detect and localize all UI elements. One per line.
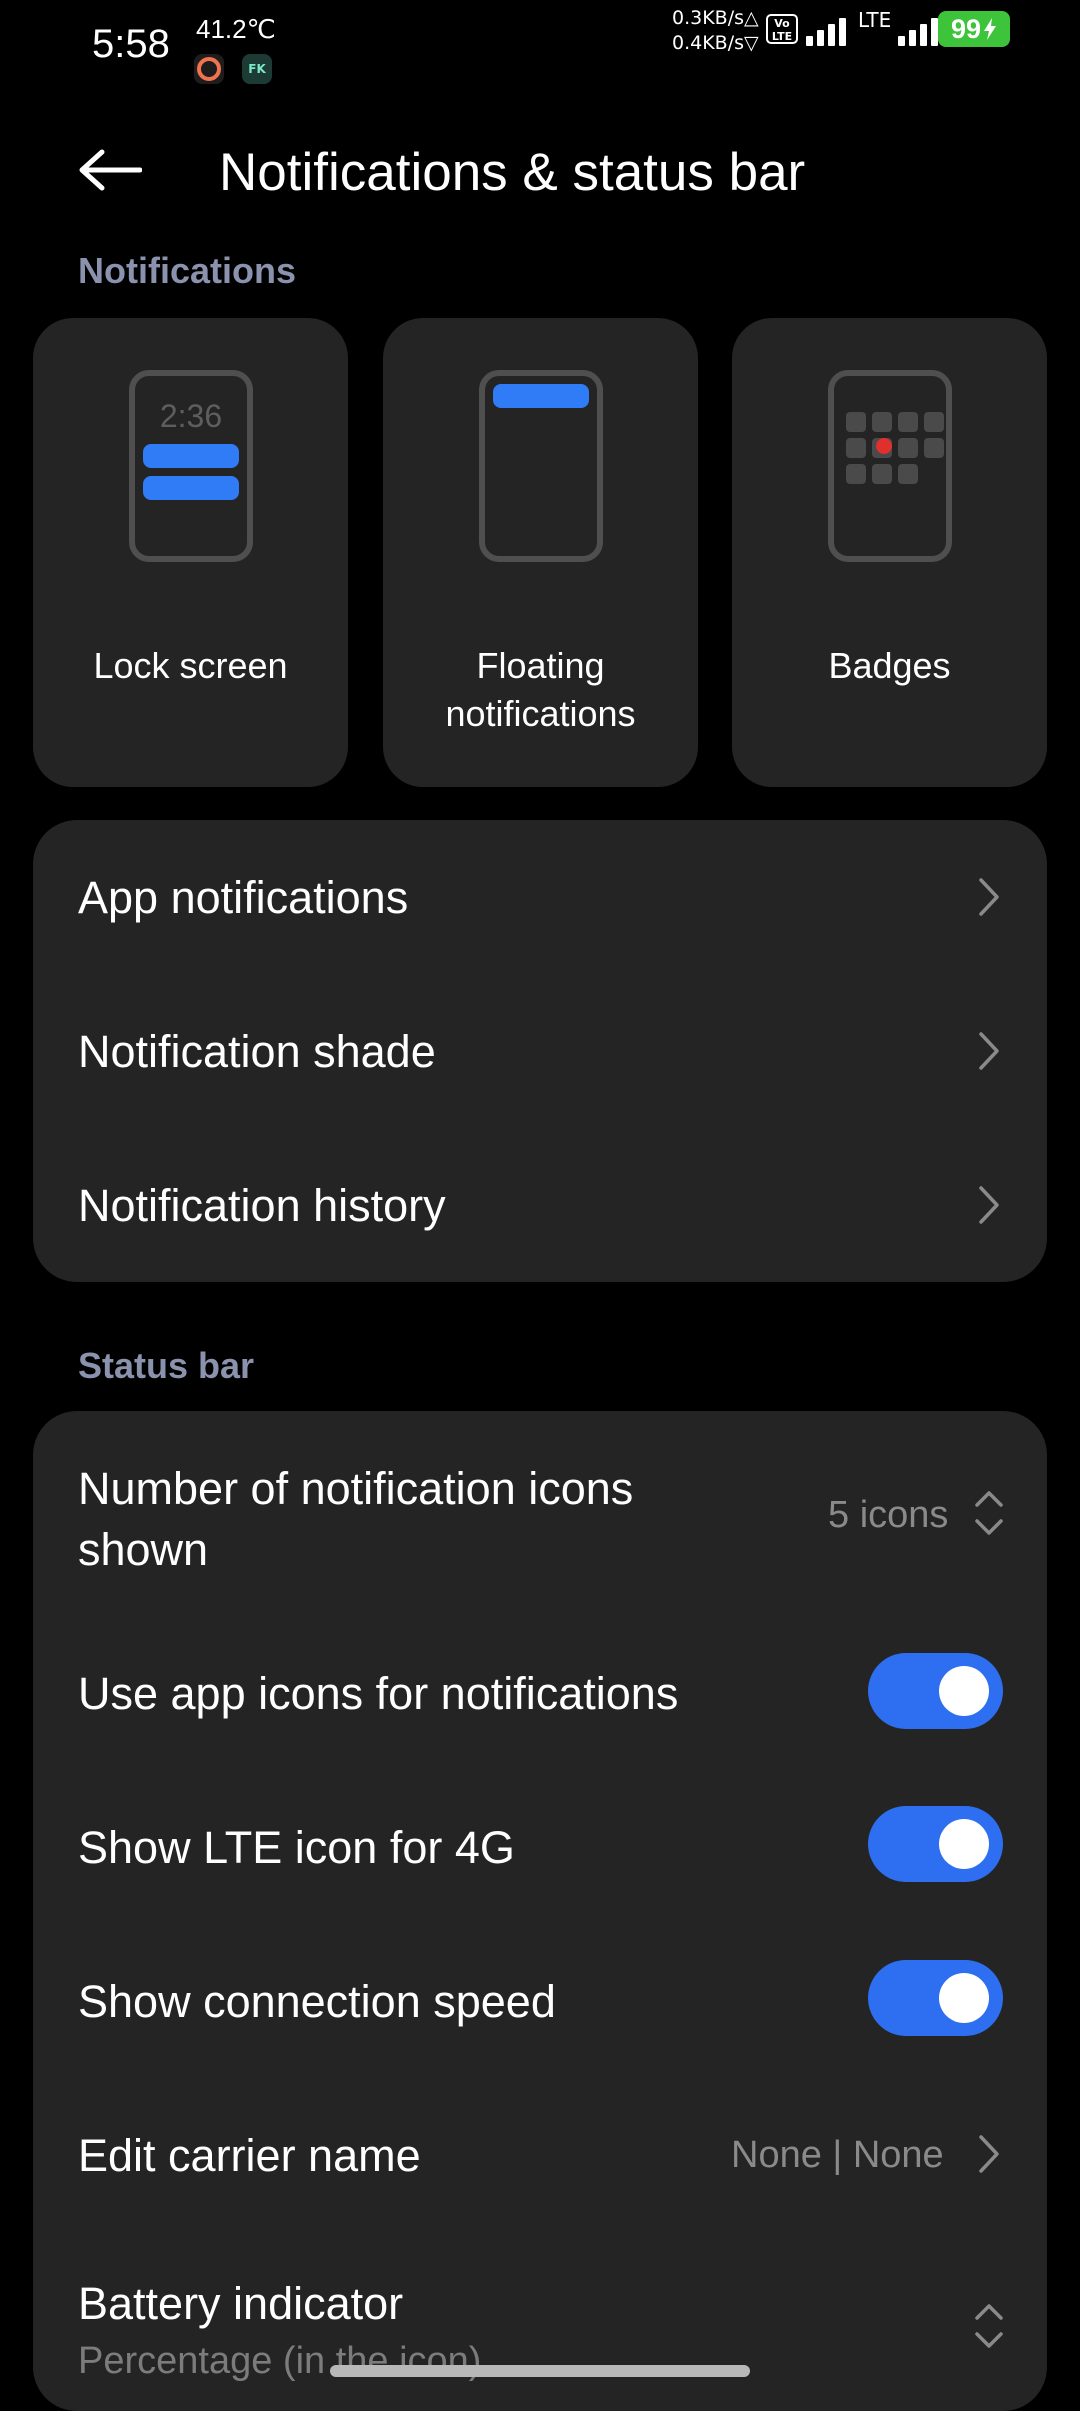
chevron-right-icon — [979, 1186, 999, 1224]
badges-tile[interactable]: Badges — [732, 318, 1047, 787]
floating-notifications-tile[interactable]: Floating notifications — [383, 318, 698, 787]
lock-preview-time: 2:36 — [159, 398, 223, 434]
back-arrow-icon[interactable] — [78, 148, 143, 192]
network-type: LTE — [858, 8, 892, 32]
tile-label: Floating notifications — [445, 645, 636, 734]
badge-dot-icon — [876, 438, 892, 454]
chevron-up-down-icon — [975, 2304, 1003, 2348]
icon-count-value: 5 icons — [828, 1494, 949, 1536]
row-label: App notifications — [78, 872, 409, 923]
page-title: Notifications & status bar — [219, 143, 806, 202]
volte-icon: Vo LTE — [766, 14, 798, 44]
use-app-icons-toggle[interactable] — [868, 1653, 1003, 1729]
section-label-status-bar: Status bar — [78, 1345, 255, 1386]
badges-preview-icon — [828, 370, 952, 562]
lock-screen-preview-icon: 2:36 — [129, 370, 253, 562]
row-label: Notification shade — [78, 1026, 436, 1077]
show-lte-icon-toggle[interactable] — [868, 1806, 1003, 1882]
chevron-right-icon — [979, 2135, 999, 2173]
status-temperature: 41.2℃ — [196, 14, 276, 44]
row-label: Show LTE icon for 4G — [78, 1822, 515, 1873]
home-indicator[interactable] — [330, 2365, 750, 2377]
status-time: 5:58 — [92, 22, 170, 66]
floating-notification-preview-icon — [479, 370, 603, 562]
chevron-up-down-icon — [975, 1491, 1003, 1535]
lock-screen-tile[interactable]: 2:36 Lock screen — [33, 318, 348, 787]
signal-icon-2 — [898, 16, 938, 46]
row-label: Edit carrier name — [78, 2130, 421, 2181]
connection-speed: 0.3KB/s△ 0.4KB/s▽ — [672, 6, 759, 56]
row-label: Battery indicator — [78, 2278, 404, 2329]
show-connection-speed-toggle[interactable] — [868, 1960, 1003, 2036]
row-label: Show connection speed — [78, 1976, 556, 2027]
fk-app-icon: FK — [242, 54, 272, 84]
tile-label: Badges — [828, 645, 951, 686]
section-label-notifications: Notifications — [78, 250, 297, 291]
row-label: Notification history — [78, 1180, 446, 1231]
carrier-name-value: None | None — [731, 2134, 944, 2176]
ring-app-icon — [194, 54, 224, 84]
row-label: Number of notification icons shown — [78, 1463, 634, 1575]
row-label: Use app icons for notifications — [78, 1668, 679, 1719]
download-speed: 0.4KB/s▽ — [672, 32, 759, 54]
tile-label: Lock screen — [93, 645, 288, 686]
battery-charging-icon: 99 — [938, 11, 1010, 47]
chevron-right-icon — [979, 878, 999, 916]
chevron-right-icon — [979, 1032, 999, 1070]
signal-icon — [806, 16, 846, 46]
upload-speed: 0.3KB/s△ — [672, 7, 759, 29]
